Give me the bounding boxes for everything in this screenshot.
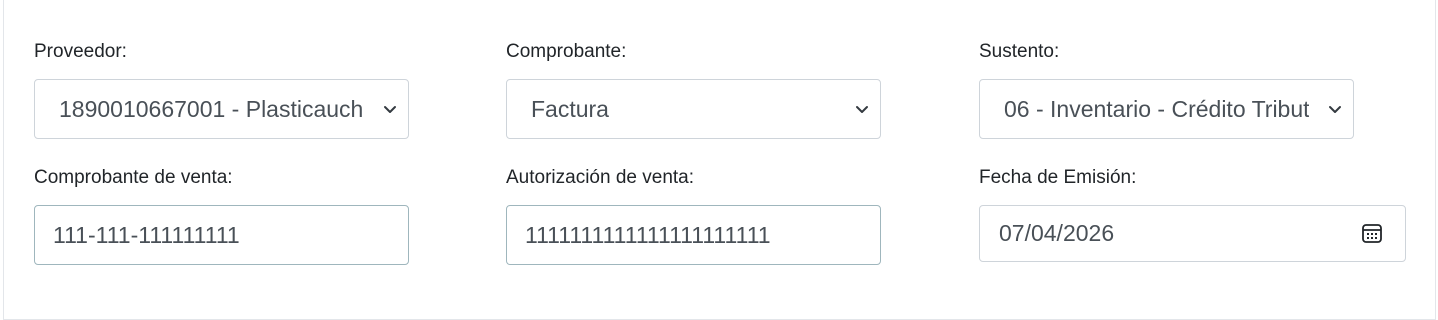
- proveedor-field: Proveedor: 1890010667001 - Plasticaucho …: [34, 40, 410, 140]
- fecha-emision-input[interactable]: 07/04/2026: [979, 205, 1406, 262]
- autorizacion-venta-value: 1111111111111111111111: [525, 222, 771, 248]
- fecha-emision-field: Fecha de Emisión: 07/04/2026: [979, 166, 1407, 266]
- chevron-down-icon: [856, 106, 868, 113]
- comprobante-venta-input[interactable]: 111-111-111111111: [34, 205, 409, 265]
- comprobante-select[interactable]: Factura: [506, 79, 881, 139]
- fecha-emision-value: 07/04/2026: [999, 220, 1115, 246]
- comprobante-label: Comprobante:: [506, 41, 627, 62]
- autorizacion-venta-label: Autorización de venta:: [506, 167, 695, 188]
- sustento-select-value: 06 - Inventario - Crédito Tributario par…: [1004, 96, 1309, 122]
- chevron-down-icon: [1329, 106, 1341, 113]
- calendar-icon[interactable]: [1361, 222, 1383, 244]
- fecha-emision-label: Fecha de Emisión:: [979, 167, 1137, 188]
- comprobante-field: Comprobante: Factura: [506, 40, 882, 140]
- proveedor-select-value: 1890010667001 - Plasticaucho Industrial …: [59, 96, 364, 122]
- sustento-select[interactable]: 06 - Inventario - Crédito Tributario par…: [979, 79, 1354, 139]
- comprobante-select-value: Factura: [531, 96, 609, 122]
- proveedor-select[interactable]: 1890010667001 - Plasticaucho Industrial …: [34, 79, 409, 139]
- autorizacion-venta-field: Autorización de venta: 11111111111111111…: [506, 166, 882, 266]
- proveedor-label: Proveedor:: [34, 41, 127, 62]
- sustento-label: Sustento:: [979, 41, 1060, 62]
- autorizacion-venta-input[interactable]: 1111111111111111111111: [506, 205, 881, 265]
- sustento-field: Sustento: 06 - Inventario - Crédito Trib…: [979, 40, 1355, 140]
- comprobante-venta-label: Comprobante de venta:: [34, 167, 233, 188]
- comprobante-venta-value: 111-111-111111111: [53, 222, 240, 248]
- comprobante-venta-field: Comprobante de venta: 111-111-111111111: [34, 166, 410, 266]
- chevron-down-icon: [384, 106, 396, 113]
